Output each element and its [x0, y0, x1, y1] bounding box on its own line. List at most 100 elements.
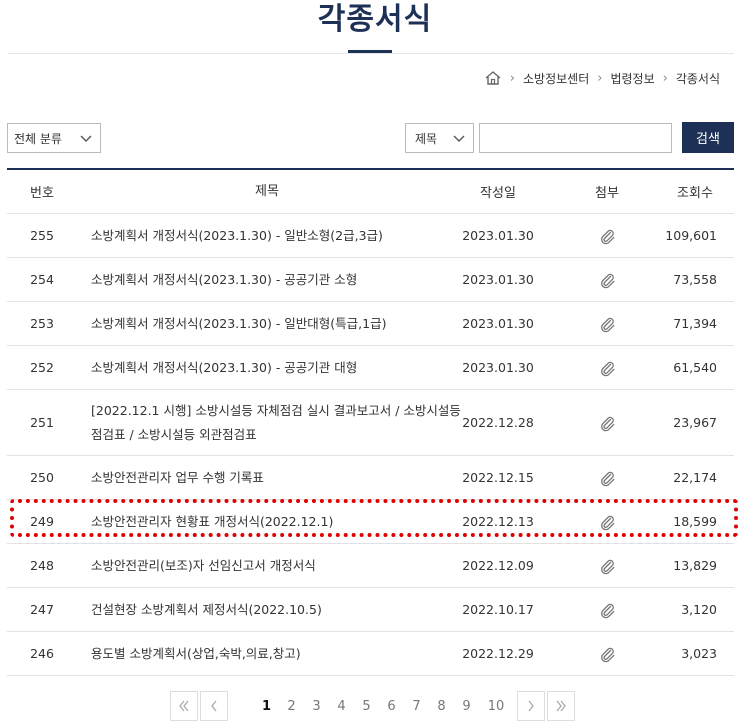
page-number-2[interactable]: 2	[279, 699, 304, 714]
row-views: 18,599	[673, 514, 717, 529]
attachment-cell	[567, 258, 647, 301]
table-row[interactable]: 251 [2022.12.1 시행] 소방시설등 자체점검 실시 결과보고서 / …	[7, 390, 734, 456]
row-number: 247	[30, 602, 54, 617]
attachment-cell	[567, 456, 647, 499]
paperclip-icon[interactable]	[599, 227, 615, 245]
row-date: 2022.12.09	[462, 558, 534, 573]
row-views: 3,023	[681, 646, 717, 661]
table-row[interactable]: 252 소방계획서 개정서식(2023.1.30) - 공공기관 대형 2023.0…	[7, 346, 734, 390]
paperclip-icon[interactable]	[599, 469, 615, 487]
search-field-select[interactable]: 제목	[405, 123, 474, 153]
page-number-5[interactable]: 5	[354, 699, 379, 714]
breadcrumb-item-fire-info-center[interactable]: 소방정보센터	[523, 70, 589, 87]
double-chevron-left-icon	[179, 700, 189, 712]
page-number-9[interactable]: 9	[454, 699, 479, 714]
paperclip-icon[interactable]	[599, 359, 615, 377]
next-page-button[interactable]	[517, 691, 545, 721]
row-number: 251	[30, 415, 54, 430]
row-title-link[interactable]: 용도별 소방계획서(상업,숙박,의료,창고)	[91, 632, 461, 675]
row-title-link[interactable]: 소방안전관리(보조)자 선임신고서 개정서식	[91, 544, 461, 587]
table-header-row: 번호 제목 작성일 첨부 조회수	[7, 170, 734, 214]
row-date: 2023.01.30	[462, 228, 534, 243]
breadcrumb-separator: ›	[509, 70, 515, 86]
row-number: 250	[30, 470, 54, 485]
paperclip-icon[interactable]	[599, 601, 615, 619]
page-title: 각종서식	[317, 2, 433, 37]
table-row[interactable]: 253 소방계획서 개정서식(2023.1.30) - 일반대형(특급,1급) 20…	[7, 302, 734, 346]
breadcrumb-item-law-info[interactable]: 법령정보	[610, 70, 654, 87]
row-number: 246	[30, 646, 54, 661]
table-row[interactable]: 250 소방안전관리자 업무 수행 기록표 2022.12.15 22,174	[7, 456, 734, 500]
row-title-link[interactable]: 건설현장 소방계획서 제정서식(2022.10.5)	[91, 588, 461, 631]
paperclip-icon[interactable]	[599, 645, 615, 663]
search-input[interactable]	[479, 123, 672, 153]
row-title-link[interactable]: 소방계획서 개정서식(2023.1.30) - 일반대형(특급,1급)	[91, 302, 461, 345]
page-number-4[interactable]: 4	[329, 699, 354, 714]
page-number-3[interactable]: 3	[304, 699, 329, 714]
table-row[interactable]: 254 소방계획서 개정서식(2023.1.30) - 공공기관 소형 2023.0…	[7, 258, 734, 302]
home-icon[interactable]	[484, 70, 502, 86]
table-row[interactable]: 247 건설현장 소방계획서 제정서식(2022.10.5) 2022.10.17 3…	[7, 588, 734, 632]
page-number-10[interactable]: 10	[479, 699, 513, 714]
row-date: 2022.10.17	[462, 602, 534, 617]
paperclip-icon[interactable]	[599, 414, 615, 432]
title-divider	[8, 53, 734, 54]
breadcrumb-item-forms[interactable]: 각종서식	[676, 70, 720, 87]
page-number-8[interactable]: 8	[429, 699, 454, 714]
row-title-link[interactable]: 소방계획서 개정서식(2023.1.30) - 공공기관 대형	[91, 346, 461, 389]
row-number: 254	[30, 272, 54, 287]
row-title-link[interactable]: 소방안전관리자 업무 수행 기록표	[91, 456, 461, 499]
header-views: 조회수	[677, 186, 713, 201]
chevron-right-icon	[528, 700, 534, 712]
paperclip-icon[interactable]	[599, 271, 615, 289]
row-views: 22,174	[673, 470, 717, 485]
row-number: 252	[30, 360, 54, 375]
header-attachment: 첨부	[595, 186, 619, 201]
table-row[interactable]: 246 용도별 소방계획서(상업,숙박,의료,창고) 2022.12.29 3,023	[7, 632, 734, 676]
row-views: 71,394	[673, 316, 717, 331]
table-row[interactable]: 249 소방안전관리자 현황표 개정서식(2022.12.1) 2022.12.13…	[7, 500, 734, 544]
row-date: 2022.12.13	[462, 514, 534, 529]
category-select-value: 전체 분류	[14, 131, 62, 146]
category-select[interactable]: 전체 분류	[7, 123, 101, 153]
chevron-down-icon	[80, 135, 92, 142]
attachment-cell	[567, 588, 647, 631]
row-title-link[interactable]: 소방안전관리자 현황표 개정서식(2022.12.1)	[91, 500, 461, 543]
table-row[interactable]: 255 소방계획서 개정서식(2023.1.30) - 일반소형(2급,3급) 20…	[7, 214, 734, 258]
row-date: 2023.01.30	[462, 272, 534, 287]
last-page-button[interactable]	[547, 691, 575, 721]
row-date: 2023.01.30	[462, 316, 534, 331]
paperclip-icon[interactable]	[599, 513, 615, 531]
paperclip-icon[interactable]	[599, 557, 615, 575]
attachment-cell	[567, 632, 647, 675]
page-number-6[interactable]: 6	[379, 699, 404, 714]
page-number-7[interactable]: 7	[404, 699, 429, 714]
chevron-left-icon	[211, 700, 217, 712]
row-title-link[interactable]: 소방계획서 개정서식(2023.1.30) - 일반소형(2급,3급)	[91, 214, 461, 257]
header-date: 작성일	[480, 186, 516, 201]
row-views: 3,120	[681, 602, 717, 617]
page-number-1[interactable]: 1	[254, 699, 279, 714]
row-views: 23,967	[673, 415, 717, 430]
attachment-cell	[567, 302, 647, 345]
row-date: 2022.12.15	[462, 470, 534, 485]
search-button[interactable]: 검색	[682, 122, 734, 153]
row-title-link[interactable]: [2022.12.1 시행] 소방시설등 자체점검 실시 결과보고서 / 소방시…	[91, 390, 461, 455]
breadcrumb-separator: ›	[597, 70, 603, 86]
row-views: 13,829	[673, 558, 717, 573]
row-number: 249	[30, 514, 54, 529]
row-number: 255	[30, 228, 54, 243]
prev-page-button[interactable]	[200, 691, 228, 721]
paperclip-icon[interactable]	[599, 315, 615, 333]
forms-table: 번호 제목 작성일 첨부 조회수 255 소방계획서 개정서식(2023.1.30…	[7, 168, 734, 676]
row-views: 109,601	[665, 228, 717, 243]
table-row[interactable]: 248 소방안전관리(보조)자 선임신고서 개정서식 2022.12.09 13,82…	[7, 544, 734, 588]
attachment-cell	[567, 544, 647, 587]
row-title-link[interactable]: 소방계획서 개정서식(2023.1.30) - 공공기관 소형	[91, 258, 461, 301]
double-chevron-right-icon	[556, 700, 566, 712]
chevron-down-icon	[453, 135, 465, 142]
first-page-button[interactable]	[170, 691, 198, 721]
breadcrumb: › 소방정보센터 › 법령정보 › 각종서식	[484, 68, 724, 88]
row-date: 2023.01.30	[462, 360, 534, 375]
row-number: 253	[30, 316, 54, 331]
